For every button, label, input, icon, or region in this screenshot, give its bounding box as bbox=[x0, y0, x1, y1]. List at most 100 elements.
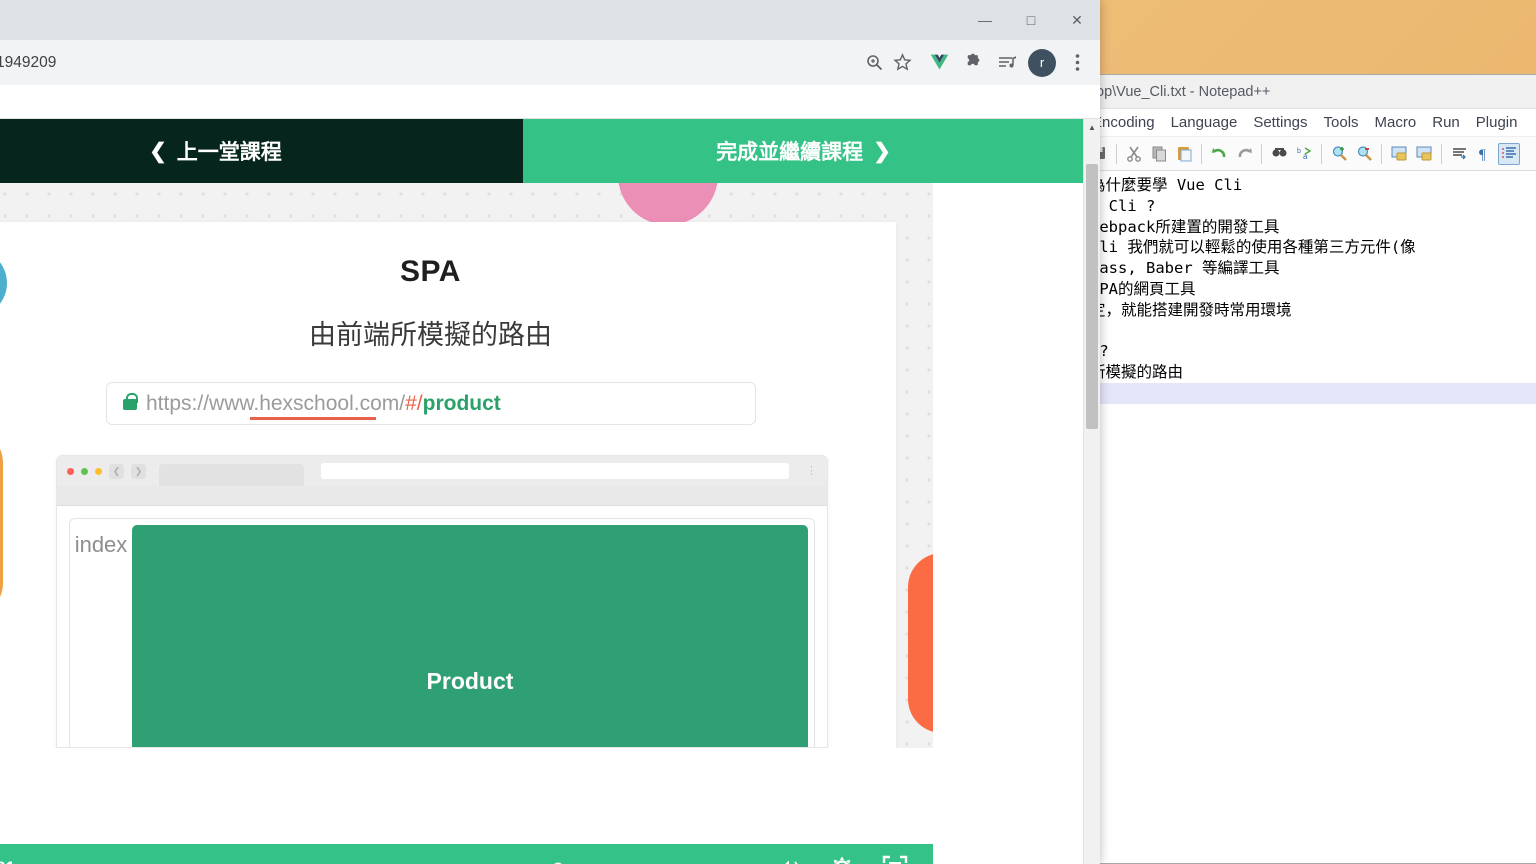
slide-url-bar: https://www.hexschool.com/#/product bbox=[106, 382, 756, 425]
profile-avatar[interactable]: r bbox=[1028, 48, 1056, 77]
mock-page-layout: index Product bbox=[69, 518, 815, 747]
star-icon[interactable] bbox=[888, 49, 916, 77]
address-bar-url[interactable]: lectures/11949209 bbox=[0, 54, 860, 72]
video-time: 3:01 bbox=[0, 858, 23, 864]
maximize-button[interactable]: □ bbox=[1008, 0, 1054, 40]
media-playlist-icon[interactable] bbox=[992, 48, 1022, 78]
sync-horizontal-scroll-icon[interactable] bbox=[1413, 143, 1435, 165]
lock-icon bbox=[123, 393, 138, 410]
toolbar-separator bbox=[1321, 143, 1322, 164]
notepad-editor[interactable]: 為什麼要學 Vue Cli e Cli ? Webpack所建置的開發工具 Cl… bbox=[1084, 171, 1536, 863]
slide-subtitle: 由前端所模擬的路由 bbox=[309, 320, 552, 350]
editor-line: Sass, Baber 等編譯工具 bbox=[1090, 259, 1280, 278]
url-base: https://www.hexschool.com/ bbox=[146, 391, 406, 415]
notepad-menubar[interactable]: Encoding Language Settings Tools Macro R… bbox=[1084, 109, 1536, 137]
volume-icon[interactable] bbox=[777, 857, 803, 864]
mock-content-label: Product bbox=[132, 525, 808, 747]
menu-tools[interactable]: Tools bbox=[1324, 114, 1359, 131]
copy-icon[interactable] bbox=[1148, 143, 1170, 165]
traffic-light-red bbox=[67, 467, 74, 475]
redo-icon[interactable] bbox=[1233, 143, 1255, 165]
toolbar-separator bbox=[1261, 143, 1262, 164]
mock-browser-subbar bbox=[57, 486, 827, 506]
url-path: product bbox=[422, 391, 501, 415]
page-scrollbar[interactable]: ▲ bbox=[1083, 119, 1100, 864]
arrow-left-icon: ❮ bbox=[149, 139, 167, 163]
window-controls[interactable]: — □ ✕ bbox=[962, 0, 1100, 40]
url-hash: #/ bbox=[405, 391, 423, 415]
address-bar[interactable]: lectures/11949209 bbox=[0, 47, 920, 78]
menu-run[interactable]: Run bbox=[1432, 114, 1460, 131]
editor-line: 所模擬的路由 bbox=[1090, 363, 1184, 382]
arrow-right-icon: ❯ bbox=[873, 139, 891, 163]
editor-line: A? bbox=[1090, 341, 1536, 362]
puzzle-extensions-icon[interactable] bbox=[958, 48, 988, 78]
zoom-in-icon[interactable] bbox=[1328, 143, 1350, 165]
find-icon[interactable] bbox=[1268, 143, 1290, 165]
editor-text[interactable]: 為什麼要學 Vue Cli e Cli ? Webpack所建置的開發工具 Cl… bbox=[1090, 175, 1536, 404]
scrollbar-thumb[interactable] bbox=[1086, 164, 1098, 429]
replace-icon[interactable]: ba bbox=[1293, 143, 1315, 165]
previous-lesson-label: 上一堂課程 bbox=[176, 141, 282, 164]
vue-extension-icon[interactable] bbox=[924, 48, 954, 78]
editor-line: Cli 我們就可以輕鬆的使用各種第三方元件(像 bbox=[1090, 238, 1416, 257]
menu-language[interactable]: Language bbox=[1171, 114, 1238, 131]
zoom-out-icon[interactable] bbox=[1353, 143, 1375, 165]
editor-line: SPA的網頁工具 bbox=[1090, 279, 1196, 298]
indent-guide-icon[interactable] bbox=[1498, 142, 1520, 165]
svg-text:b: b bbox=[1297, 148, 1301, 155]
editor-line: Webpack所建置的開發工具 bbox=[1090, 217, 1280, 236]
slide-background: SPA 由前端所模擬的路由 https://www.hexschool.com/… bbox=[0, 183, 933, 748]
chrome-tabstrip[interactable]: — □ ✕ bbox=[0, 0, 1100, 40]
decoration-pink-shape bbox=[618, 183, 718, 225]
previous-lesson-button[interactable]: ❮ 上一堂課程 bbox=[0, 119, 523, 183]
minimize-button[interactable]: — bbox=[962, 0, 1008, 40]
slide-mock-browser: ❮ ❯ ⋮ index Product bbox=[56, 455, 828, 748]
course-navigation-row: ❮ 上一堂課程 完成並繼續課程 ❯ bbox=[0, 119, 1084, 183]
svg-text:¶: ¶ bbox=[1479, 147, 1486, 162]
editor-line-highlighted bbox=[1090, 382, 1536, 404]
editor-line: 定，就能搭建開發時常用環境 bbox=[1090, 300, 1292, 319]
traffic-light-green bbox=[81, 467, 88, 475]
search-plus-icon[interactable] bbox=[860, 49, 888, 77]
editor-line: 為什麼要學 Vue Cli bbox=[1090, 176, 1243, 194]
next-lesson-button[interactable]: 完成並繼續課程 ❯ bbox=[523, 119, 1084, 183]
notepad-plus-plus-window[interactable]: top\Vue_Cli.txt - Notepad++ Encoding Lan… bbox=[1083, 74, 1536, 864]
close-button[interactable]: ✕ bbox=[1054, 0, 1100, 40]
editor-line: e Cli ? bbox=[1090, 196, 1156, 215]
show-pilcrow-icon[interactable]: ¶ bbox=[1473, 143, 1495, 165]
toolbar-separator bbox=[1201, 143, 1202, 164]
decoration-red-shape bbox=[908, 553, 933, 733]
menu-settings[interactable]: Settings bbox=[1253, 114, 1307, 131]
word-wrap-icon[interactable] bbox=[1448, 143, 1470, 165]
three-dot-menu-icon[interactable] bbox=[1062, 48, 1092, 78]
bookmarks-bar[interactable]: s github bbox=[0, 85, 1100, 119]
traffic-light-yellow bbox=[95, 467, 102, 475]
toolbar-separator bbox=[1116, 143, 1117, 164]
scroll-up-arrow[interactable]: ▲ bbox=[1084, 119, 1100, 136]
menu-macro[interactable]: Macro bbox=[1375, 114, 1417, 131]
notepad-title: top\Vue_Cli.txt - Notepad++ bbox=[1092, 83, 1271, 100]
url-underline-highlight bbox=[250, 417, 376, 420]
chevron-left-icon: ❮ bbox=[109, 463, 124, 479]
video-controls-bar[interactable]: 3:01 bbox=[0, 844, 933, 864]
slide-title: SPA bbox=[400, 255, 461, 288]
paste-icon[interactable] bbox=[1173, 143, 1195, 165]
chrome-browser-window[interactable]: — □ ✕ lectures/11949209 r bbox=[0, 0, 1100, 864]
fullscreen-icon[interactable] bbox=[881, 854, 909, 864]
cut-icon[interactable] bbox=[1123, 143, 1145, 165]
undo-icon[interactable] bbox=[1208, 143, 1230, 165]
vertical-dots-icon: ⋮ bbox=[806, 465, 817, 477]
next-lesson-label: 完成並繼續課程 bbox=[716, 141, 864, 164]
gear-icon[interactable] bbox=[829, 855, 855, 864]
notepad-toolbar[interactable]: ba ¶ bbox=[1084, 137, 1536, 171]
menu-plugins[interactable]: Plugin bbox=[1476, 114, 1518, 131]
toolbar-separator bbox=[1381, 143, 1382, 164]
mock-browser-titlebar: ❮ ❯ ⋮ bbox=[57, 456, 827, 486]
notepad-titlebar[interactable]: top\Vue_Cli.txt - Notepad++ bbox=[1084, 75, 1536, 109]
chrome-toolbar[interactable]: lectures/11949209 r bbox=[0, 40, 1100, 85]
sync-vertical-scroll-icon[interactable] bbox=[1388, 143, 1410, 165]
menu-encoding[interactable]: Encoding bbox=[1092, 114, 1155, 131]
video-player[interactable]: SPA 由前端所模擬的路由 https://www.hexschool.com/… bbox=[0, 183, 933, 748]
chevron-right-icon: ❯ bbox=[131, 463, 146, 479]
